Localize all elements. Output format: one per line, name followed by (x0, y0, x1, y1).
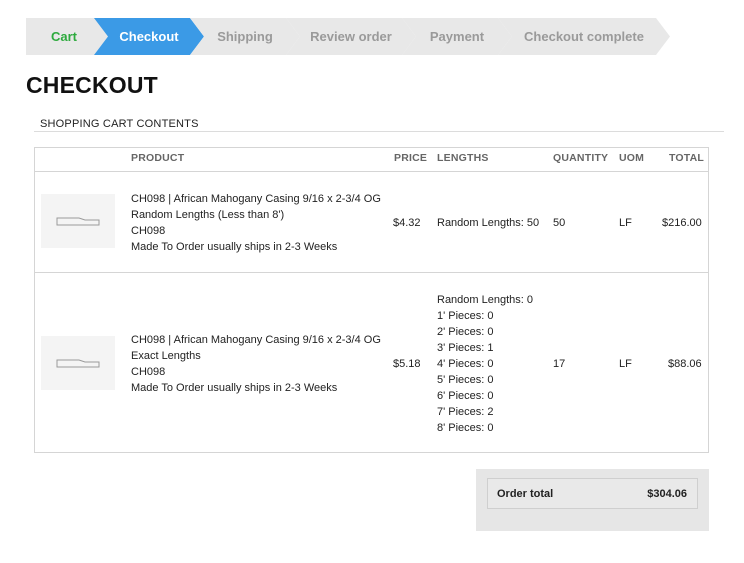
order-total-panel: Order total $304.06 (476, 469, 709, 531)
step-checkout-label: Checkout (119, 29, 179, 44)
step-checkout-complete[interactable]: Checkout complete (498, 18, 670, 55)
order-total-row: Order total $304.06 (487, 478, 698, 509)
lengths-cell: Random Lengths: 50 (437, 217, 540, 229)
page-title: CHECKOUT (26, 72, 158, 98)
product-name-link[interactable]: CH098 | African Mahogany Casing 9/16 x 2… (131, 191, 381, 207)
order-total-label: Order total (497, 488, 554, 500)
col-header-uom: UOM (619, 152, 645, 164)
price-cell: $4.32 (393, 217, 421, 229)
length-entry: 1' Pieces: 0 (437, 310, 494, 322)
col-header-price: PRICE (394, 152, 428, 164)
product-variant: Random Lengths (Less than 8') (131, 209, 285, 221)
section-title: SHOPPING CART CONTENTS (40, 118, 199, 130)
product-name-link[interactable]: CH098 | African Mahogany Casing 9/16 x 2… (131, 332, 381, 348)
step-shipping[interactable]: Shipping (190, 18, 300, 55)
length-entry: 4' Pieces: 0 (437, 358, 494, 370)
lengths-list: Random Lengths: 0 1' Pieces: 0 2' Pieces… (437, 292, 533, 436)
price-cell: $5.18 (393, 358, 421, 370)
step-payment[interactable]: Payment (402, 18, 512, 55)
line-total-cell: $216.00 (662, 217, 702, 229)
length-entry: Random Lengths: 0 (437, 294, 534, 306)
quantity-cell: 17 (553, 358, 566, 370)
step-review-order[interactable]: Review order (286, 18, 416, 55)
molding-profile-icon (56, 217, 100, 226)
length-entry: 6' Pieces: 0 (437, 390, 494, 402)
length-entry: 7' Pieces: 2 (437, 406, 494, 418)
product-thumbnail[interactable] (41, 194, 115, 248)
product-thumbnail[interactable] (41, 336, 115, 390)
ship-note: Made To Order usually ships in 2-3 Weeks (131, 382, 338, 394)
step-checkout[interactable]: Checkout (94, 18, 204, 55)
col-header-product: PRODUCT (131, 152, 185, 164)
col-header-lengths: LENGTHS (437, 152, 489, 164)
step-cart-label: Cart (50, 29, 77, 44)
length-entry: 8' Pieces: 0 (437, 422, 494, 434)
product-details: CH098 | African Mahogany Casing 9/16 x 2… (131, 332, 381, 396)
product-variant: Exact Lengths (131, 350, 201, 362)
step-checkout-complete-label: Checkout complete (524, 29, 644, 44)
line-total-cell: $88.06 (668, 358, 702, 370)
length-entry: 3' Pieces: 1 (437, 342, 494, 354)
ship-note: Made To Order usually ships in 2-3 Weeks (131, 241, 338, 253)
header-divider (35, 171, 708, 172)
length-entry: 5' Pieces: 0 (437, 374, 494, 386)
row-divider (35, 272, 708, 273)
checkout-progress-steps: Cart Checkout Shipping Review order Paym… (26, 18, 670, 55)
molding-profile-icon (56, 359, 100, 368)
col-header-total: TOTAL (669, 152, 705, 164)
quantity-cell: 50 (553, 217, 566, 229)
uom-cell: LF (619, 217, 632, 229)
step-payment-label: Payment (429, 29, 485, 44)
section-divider (34, 131, 724, 132)
uom-cell: LF (619, 358, 632, 370)
length-entry: 2' Pieces: 0 (437, 326, 494, 338)
product-sku: CH098 (131, 225, 166, 237)
step-review-order-label: Review order (310, 29, 392, 44)
product-details: CH098 | African Mahogany Casing 9/16 x 2… (131, 191, 381, 255)
cart-table: PRODUCT PRICE LENGTHS QUANTITY UOM TOTAL… (34, 147, 709, 453)
product-sku: CH098 (131, 366, 166, 378)
step-shipping-label: Shipping (217, 29, 273, 44)
col-header-quantity: QUANTITY (553, 152, 609, 164)
order-total-value: $304.06 (647, 488, 687, 500)
